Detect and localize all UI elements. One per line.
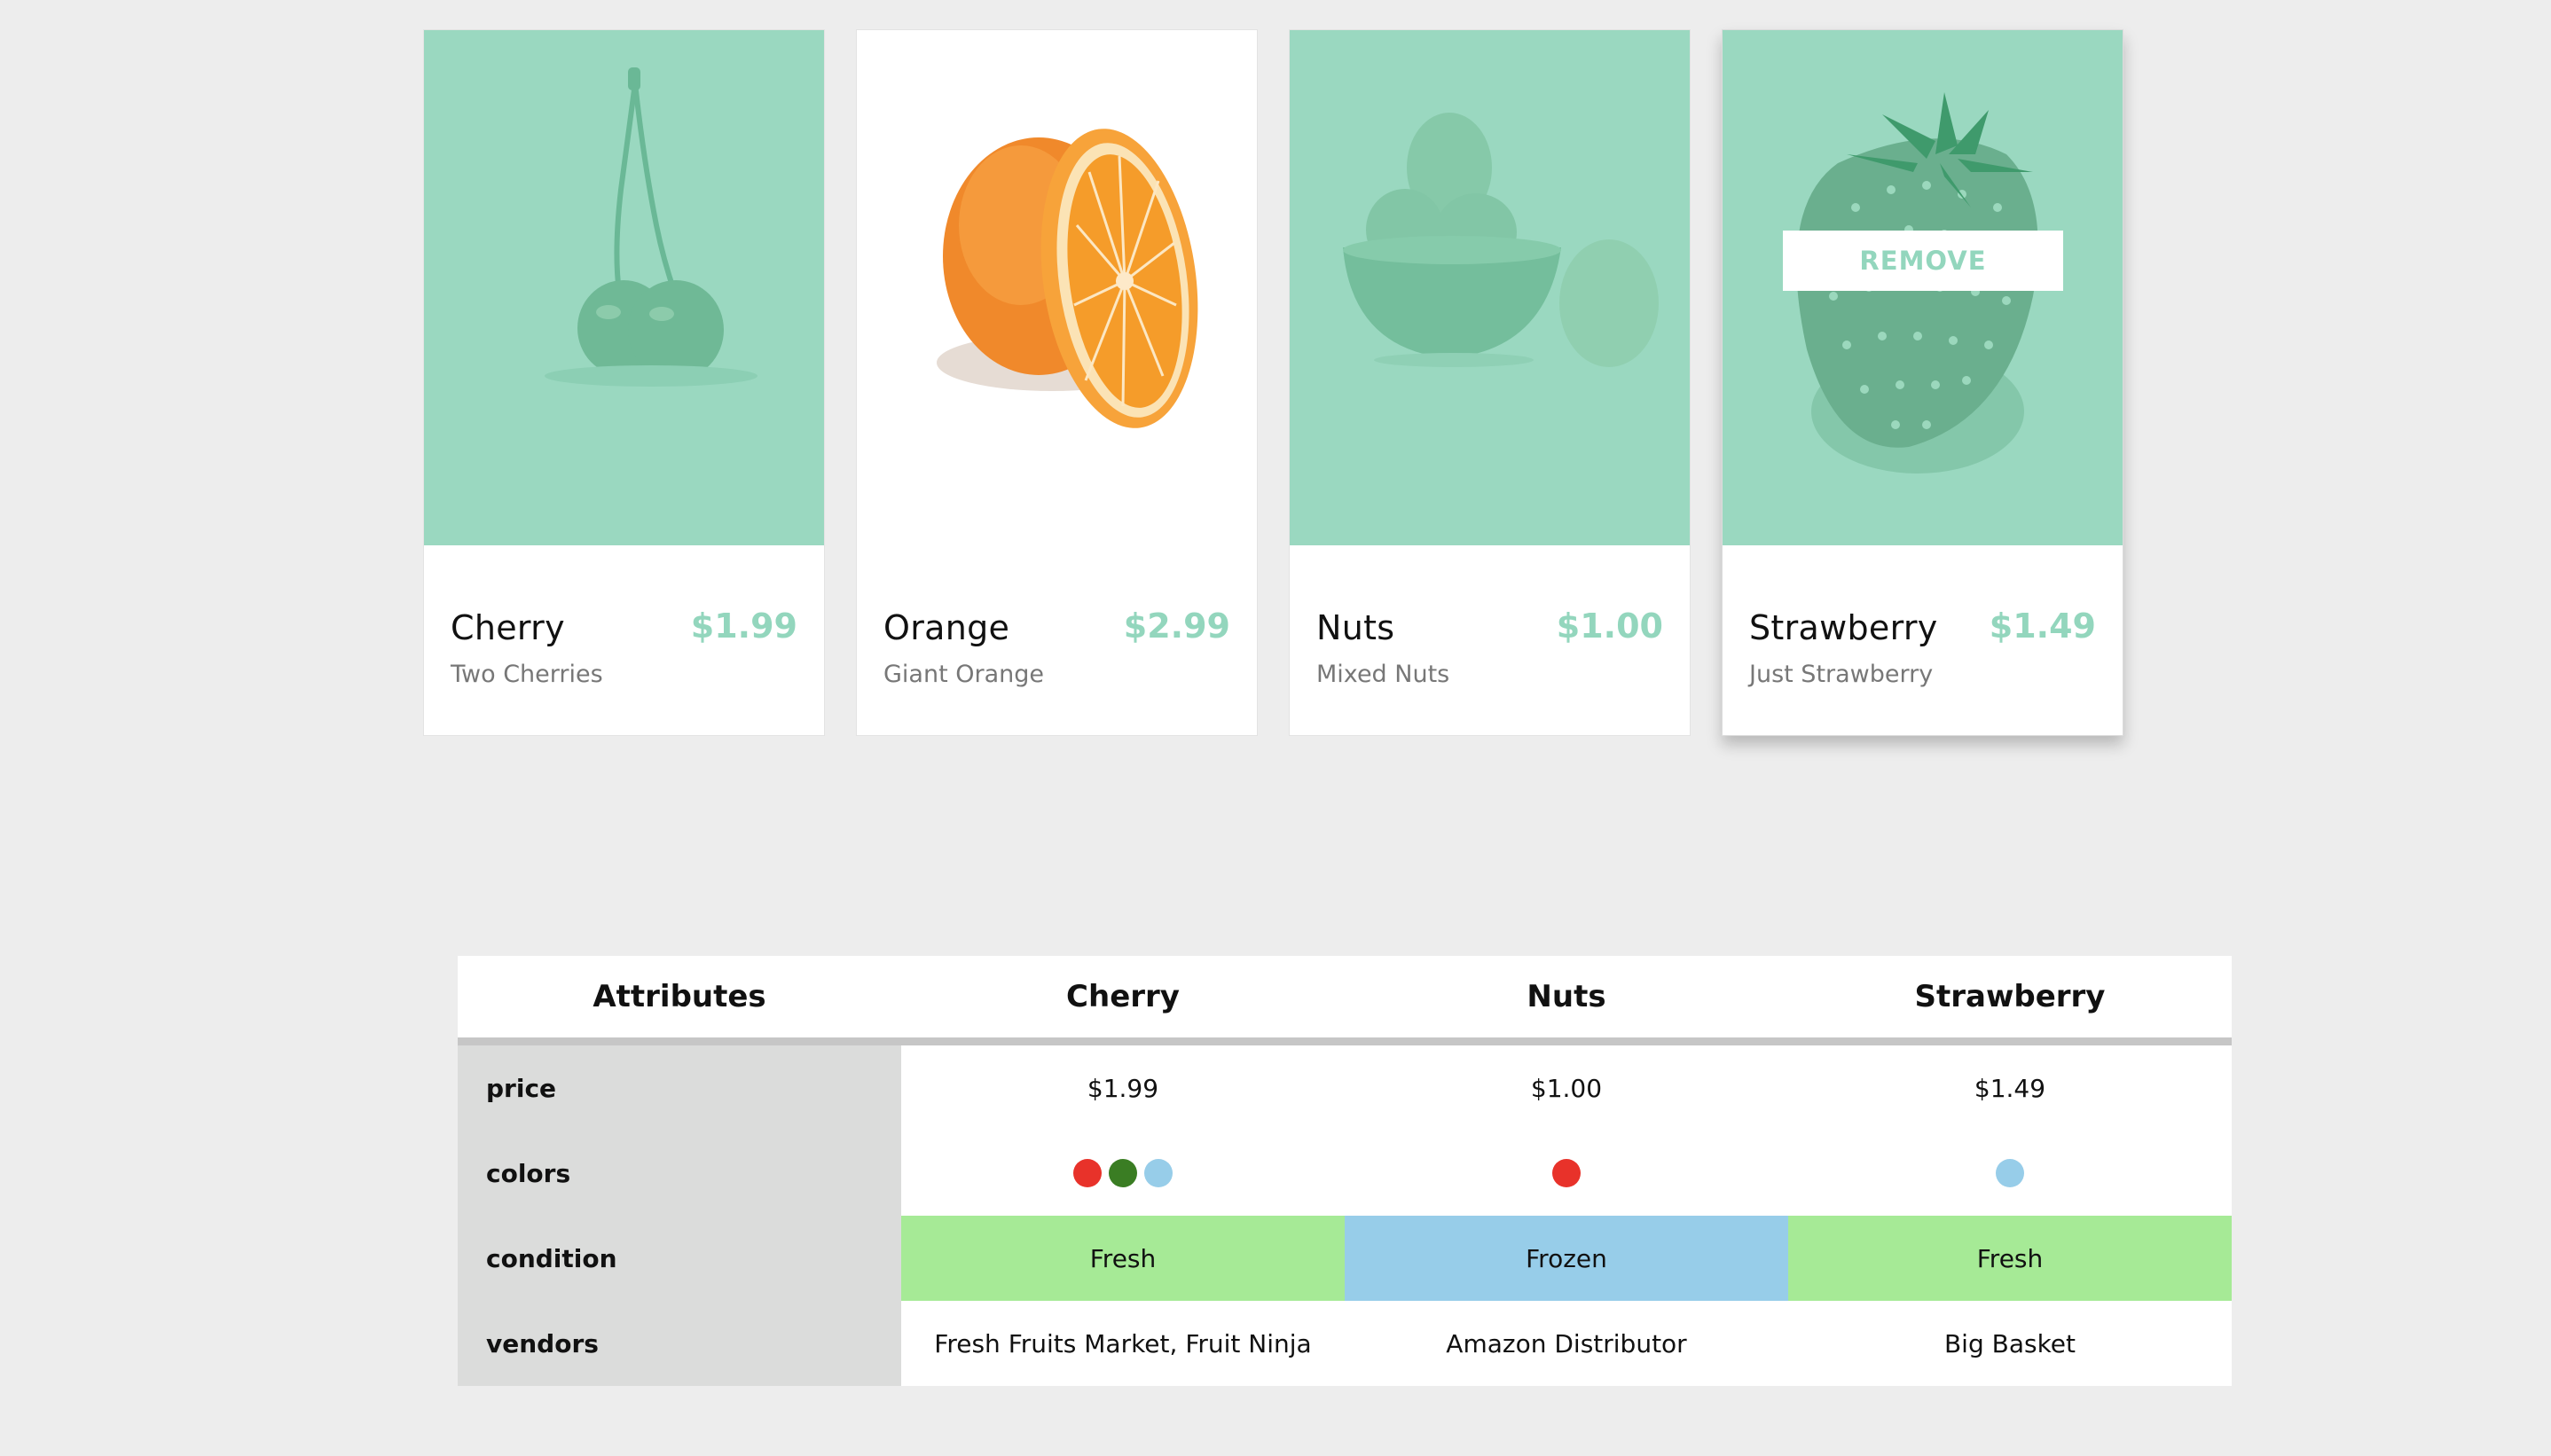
colors-cell xyxy=(901,1131,1345,1216)
product-card-orange[interactable]: Orange Giant Orange $2.99 xyxy=(856,29,1258,736)
remove-button[interactable]: REMOVE xyxy=(1783,231,2063,291)
header-product-cherry: Cherry xyxy=(1066,979,1180,1014)
condition-cell: Fresh xyxy=(901,1216,1345,1301)
header-product-strawberry: Strawberry xyxy=(1914,979,2106,1014)
row-vendors: vendors Fresh Fruits Market, Fruit Ninja… xyxy=(458,1301,2232,1386)
price-cell: $1.00 xyxy=(1530,1073,1603,1103)
condition-cell: Fresh xyxy=(1788,1216,2232,1301)
header-attributes: Attributes xyxy=(593,979,766,1014)
condition-cell: Frozen xyxy=(1345,1216,1788,1301)
product-name: Cherry xyxy=(451,608,565,647)
header-product-nuts: Nuts xyxy=(1527,979,1606,1014)
attribute-label: price xyxy=(458,1045,901,1131)
product-description: Giant Orange xyxy=(883,661,1045,688)
vendors-cell: Big Basket xyxy=(1943,1328,2076,1358)
product-card-cherry[interactable]: Cherry Two Cherries $1.99 xyxy=(423,29,825,736)
color-swatch xyxy=(1996,1159,2024,1187)
product-image-nuts xyxy=(1290,30,1690,545)
product-image-strawberry: REMOVE xyxy=(1723,30,2123,545)
colors-cell xyxy=(1345,1131,1788,1216)
cherry-image xyxy=(545,67,757,387)
color-swatch xyxy=(1073,1159,1102,1187)
attribute-label: condition xyxy=(458,1216,901,1301)
product-image-orange xyxy=(857,30,1257,545)
row-condition: condition Fresh Frozen Fresh xyxy=(458,1216,2232,1301)
price-cell: $1.99 xyxy=(1087,1073,1159,1103)
product-name: Orange xyxy=(883,608,1010,647)
page: Cherry Two Cherries $1.99 Orange Giant O… xyxy=(0,0,2551,1456)
comparison-header: Attributes Cherry Nuts Strawberry xyxy=(458,956,2232,1045)
color-swatch xyxy=(1552,1159,1581,1187)
row-colors: colors xyxy=(458,1131,2232,1216)
product-description: Mixed Nuts xyxy=(1316,661,1450,688)
product-description: Just Strawberry xyxy=(1749,661,1934,688)
product-price: $1.99 xyxy=(690,607,797,646)
vendors-cell: Amazon Distributor xyxy=(1446,1328,1687,1358)
product-card-strawberry[interactable]: REMOVE Strawberry Just Strawberry $1.49 xyxy=(1722,29,2123,736)
attribute-label: colors xyxy=(458,1131,901,1216)
product-name: Strawberry xyxy=(1749,608,1938,647)
colors-cell xyxy=(1788,1131,2232,1216)
color-swatch xyxy=(1144,1159,1173,1187)
orange-image xyxy=(937,129,1198,428)
color-swatch xyxy=(1109,1159,1137,1187)
product-description: Two Cherries xyxy=(451,661,603,688)
product-card-nuts[interactable]: Nuts Mixed Nuts $1.00 xyxy=(1289,29,1691,736)
product-name: Nuts xyxy=(1316,608,1395,647)
vendors-cell: Fresh Fruits Market, Fruit Ninja xyxy=(934,1328,1312,1358)
product-price: $1.49 xyxy=(1989,607,2096,646)
nuts-image xyxy=(1343,113,1659,367)
product-image-cherry xyxy=(424,30,824,545)
attribute-label: vendors xyxy=(458,1301,901,1386)
product-price: $2.99 xyxy=(1123,607,1230,646)
comparison-table: Attributes Cherry Nuts Strawberry price … xyxy=(458,956,2232,1386)
price-cell: $1.49 xyxy=(1974,1073,2046,1103)
product-price: $1.00 xyxy=(1556,607,1663,646)
row-price: price $1.99 $1.00 $1.49 xyxy=(458,1045,2232,1131)
